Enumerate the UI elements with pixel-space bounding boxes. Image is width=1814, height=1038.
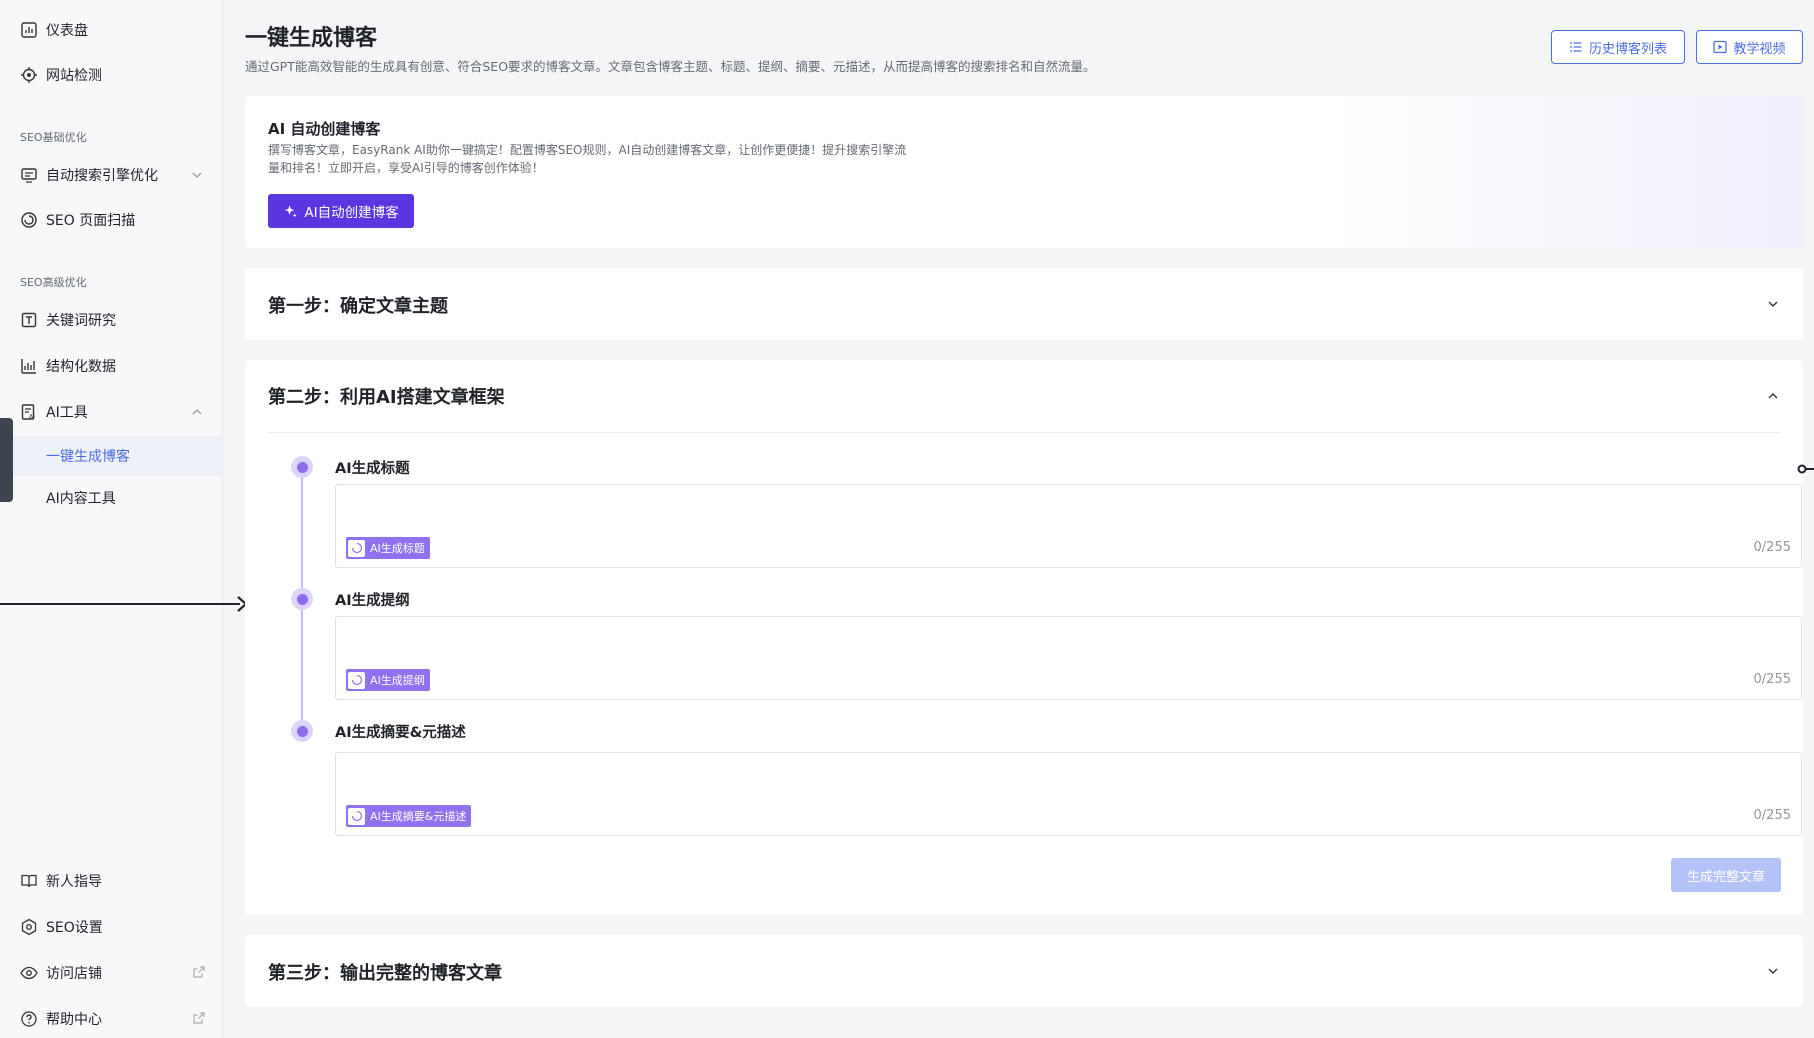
timeline-dot	[291, 456, 313, 478]
monitor-icon	[20, 166, 38, 184]
divider	[268, 432, 1780, 433]
section-label-basic: SEO基础优化	[20, 131, 87, 144]
chevron-down-icon	[192, 172, 202, 178]
sidebar-item-visit-store[interactable]: 访问店铺	[0, 953, 222, 993]
sidebar-item-label: 访问店铺	[46, 966, 102, 982]
char-counter: 0/255	[1753, 672, 1791, 687]
chart-icon	[20, 357, 38, 375]
sidebar-item-dashboard[interactable]: 仪表盘	[0, 10, 222, 50]
settings-icon	[20, 918, 38, 936]
ai-generate-title-button[interactable]: AI生成标题	[346, 537, 430, 559]
side-drawer-tab[interactable]	[0, 418, 13, 502]
tutorial-video-button[interactable]: 教学视频	[1696, 30, 1803, 64]
char-counter: 0/255	[1753, 808, 1791, 823]
list-icon	[1570, 42, 1582, 52]
sidebar-item-label: 自动搜索引擎优化	[46, 168, 158, 184]
sidebar-subitem-label: 一键生成博客	[46, 449, 130, 465]
dashboard-icon	[20, 21, 38, 39]
hero-description: 撰写博客文章，EasyRank AI助你一键搞定！配置博客SEO规则，AI自动创…	[268, 143, 907, 175]
field-label-outline: AI生成提纲	[335, 593, 410, 609]
scan-icon	[20, 211, 38, 229]
char-counter: 0/255	[1753, 540, 1791, 555]
keyword-icon	[20, 311, 38, 329]
sidebar-subitem-one-click-blog[interactable]: 一键生成博客	[0, 436, 222, 476]
page-description: 通过GPT能高效智能的生成具有创意、符合SEO要求的博客文章。文章包含博客主题、…	[245, 59, 1096, 74]
sidebar: 仪表盘 网站检测 SEO基础优化 自动搜索引擎优化 SEO 页面扫描 SEO高级…	[0, 0, 223, 1038]
ai-create-blog-panel: AI 自动创建博客 撰写博客文章，EasyRank AI助你一键搞定！配置博客S…	[245, 96, 1803, 248]
generate-full-article-button[interactable]: 生成完整文章	[1671, 858, 1781, 892]
sidebar-item-structured-data[interactable]: 结构化数据	[0, 346, 222, 386]
chevron-down-icon[interactable]	[1765, 296, 1781, 312]
loading-icon	[348, 539, 365, 557]
book-icon	[20, 872, 38, 890]
video-icon	[1713, 40, 1728, 54]
chip-label: AI生成摘要&元描述	[370, 810, 467, 823]
loading-icon	[348, 807, 365, 825]
eye-icon	[20, 964, 38, 982]
external-link-icon	[193, 966, 205, 978]
step1-title: 第一步：确定文章主题	[268, 296, 448, 317]
tutorial-button-label: 教学视频	[1733, 41, 1786, 57]
sidebar-item-label: SEO设置	[46, 920, 103, 936]
target-icon	[20, 66, 38, 84]
key-icon[interactable]	[1797, 462, 1814, 476]
sidebar-subitem-ai-content-tools[interactable]: AI内容工具	[0, 478, 222, 518]
chip-label: AI生成标题	[370, 542, 425, 555]
ai-title-textarea[interactable]: AI生成标题 0/255	[335, 484, 1802, 568]
sidebar-item-seo-scan[interactable]: SEO 页面扫描	[0, 200, 222, 240]
history-button-label: 历史博客列表	[1588, 41, 1667, 57]
field-label-title: AI生成标题	[335, 461, 410, 477]
sidebar-item-label: 网站检测	[46, 68, 102, 84]
external-link-icon	[193, 1012, 205, 1024]
sidebar-subitem-label: AI内容工具	[46, 491, 116, 507]
ai-outline-textarea[interactable]: AI生成提纲 0/255	[335, 616, 1802, 700]
svg-text:AI: AI	[29, 414, 35, 421]
ai-generate-outline-button[interactable]: AI生成提纲	[346, 669, 430, 691]
sidebar-item-ai-tools[interactable]: AI AI工具	[0, 392, 222, 432]
chevron-down-icon[interactable]	[1765, 963, 1781, 979]
timeline-dot	[291, 720, 313, 742]
help-icon	[20, 1010, 38, 1028]
section-label-advanced: SEO高级优化	[20, 276, 87, 289]
chevron-up-icon[interactable]	[1765, 388, 1781, 404]
sidebar-item-label: 结构化数据	[46, 359, 116, 375]
page-title: 一键生成博客	[245, 26, 378, 51]
sidebar-item-onboarding[interactable]: 新人指导	[0, 861, 222, 901]
ai-summary-textarea[interactable]: AI生成摘要&元描述 0/255	[335, 752, 1802, 836]
history-blog-list-button[interactable]: 历史博客列表	[1551, 30, 1685, 64]
sidebar-item-label: 仪表盘	[46, 23, 88, 39]
hero-title: AI 自动创建博客	[268, 120, 381, 138]
sidebar-item-help-center[interactable]: 帮助中心	[0, 999, 222, 1038]
chevron-up-icon	[192, 409, 202, 415]
sidebar-item-keyword-research[interactable]: 关键词研究	[0, 300, 222, 340]
sidebar-item-label: 新人指导	[46, 874, 102, 890]
annotation-arrow-line	[0, 603, 240, 605]
step1-panel[interactable]: 第一步：确定文章主题	[245, 268, 1803, 340]
ai-tool-icon: AI	[20, 403, 38, 421]
timeline-dot	[291, 588, 313, 610]
hero-button-label: AI自动创建博客	[304, 205, 399, 221]
sidebar-item-site-check[interactable]: 网站检测	[0, 55, 222, 95]
step3-panel[interactable]: 第三步：输出完整的博客文章	[245, 935, 1803, 1007]
sparkle-icon	[285, 204, 298, 217]
chip-label: AI生成提纲	[370, 674, 425, 687]
main-content: 一键生成博客 通过GPT能高效智能的生成具有创意、符合SEO要求的博客文章。文章…	[223, 0, 1814, 1038]
sidebar-item-label: 帮助中心	[46, 1012, 102, 1028]
step2-panel: 第二步：利用AI搭建文章框架 AI生成标题 AI生成标题 0/255 AI生成提…	[245, 360, 1803, 915]
sidebar-item-label: AI工具	[46, 405, 88, 421]
field-label-summary: AI生成摘要&元描述	[335, 725, 466, 741]
sidebar-item-auto-seo[interactable]: 自动搜索引擎优化	[0, 155, 222, 195]
ai-generate-summary-button[interactable]: AI生成摘要&元描述	[346, 805, 472, 827]
sidebar-item-label: 关键词研究	[46, 313, 116, 329]
step2-title: 第二步：利用AI搭建文章框架	[268, 387, 505, 408]
ai-create-blog-button[interactable]: AI自动创建博客	[268, 194, 414, 228]
sidebar-item-seo-settings[interactable]: SEO设置	[0, 907, 222, 947]
sidebar-item-label: SEO 页面扫描	[46, 213, 136, 229]
loading-icon	[348, 671, 365, 689]
step3-title: 第三步：输出完整的博客文章	[268, 963, 502, 984]
